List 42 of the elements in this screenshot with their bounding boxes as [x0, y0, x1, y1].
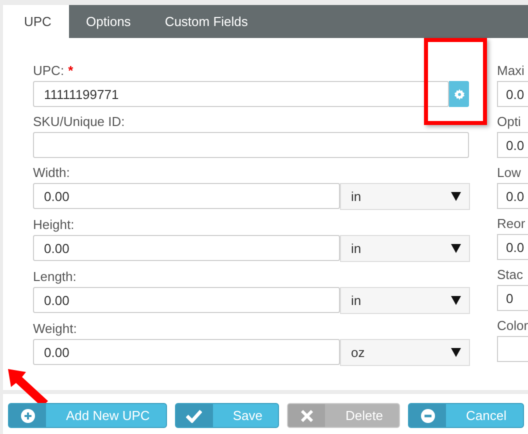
text-input[interactable]: 0: [497, 285, 528, 311]
x-icon: [300, 410, 313, 422]
text-input[interactable]: 0.0: [497, 234, 528, 260]
caret-icon: [451, 244, 461, 253]
text-input[interactable]: [33, 132, 469, 158]
field-label: Length:: [33, 269, 78, 284]
caret-icon: [451, 192, 461, 201]
field-label: Maxi: [497, 63, 526, 78]
field-label: Stac: [497, 267, 524, 282]
unit-select[interactable]: in: [340, 287, 470, 314]
measure-input[interactable]: 0.00: [33, 183, 340, 209]
field-label: Color: [497, 318, 528, 333]
measure-input[interactable]: 0.00: [33, 339, 340, 365]
tab[interactable]: Options: [69, 5, 148, 38]
upc-input[interactable]: 11111199771: [33, 81, 449, 107]
field-label: Height:: [33, 217, 76, 232]
text-input[interactable]: 0.0: [497, 132, 528, 158]
caret-icon: [451, 296, 461, 305]
unit-select[interactable]: in: [340, 183, 470, 210]
field-label: Reor: [497, 216, 526, 231]
generate-button[interactable]: [449, 81, 469, 107]
field-label: Weight:: [33, 321, 78, 336]
field-label: UPC: *: [33, 63, 74, 78]
text-input[interactable]: [497, 336, 528, 362]
minus-circle-icon: [420, 408, 435, 422]
caret-icon: [451, 348, 461, 357]
checkmark-icon: [186, 408, 202, 422]
field-label: Width:: [33, 165, 71, 180]
measure-input[interactable]: 0.00: [33, 235, 340, 261]
tab[interactable]: UPC: [3, 5, 69, 38]
measure-input[interactable]: 0.00: [33, 287, 340, 313]
text-input[interactable]: 0.0: [497, 183, 528, 209]
field-label: Low: [497, 165, 522, 180]
plus-circle-icon: [20, 408, 34, 422]
unit-select[interactable]: oz: [340, 339, 470, 366]
required-asterisk: *: [68, 63, 74, 78]
gear-icon: [454, 88, 464, 100]
text-input[interactable]: 0.0: [497, 81, 528, 107]
unit-select[interactable]: in: [340, 235, 470, 262]
field-label: SKU/Unique ID:: [33, 114, 126, 129]
field-label: Opti: [497, 114, 522, 129]
tab[interactable]: Custom Fields: [148, 5, 265, 38]
